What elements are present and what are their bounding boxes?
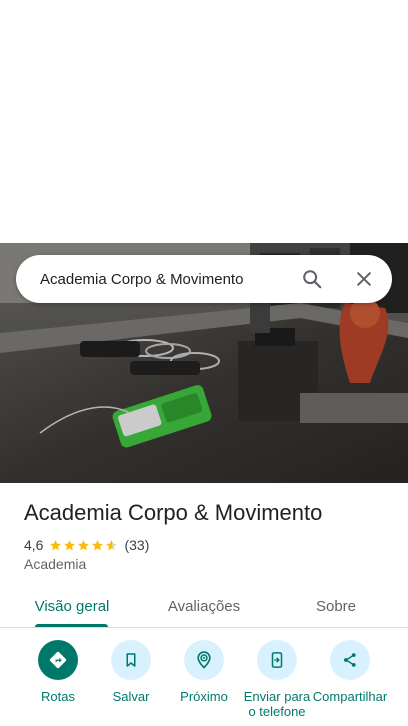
search-icon[interactable] xyxy=(292,259,332,299)
star-rating xyxy=(49,539,119,552)
star-icon xyxy=(78,539,90,550)
place-category[interactable]: Academia xyxy=(24,556,86,572)
share-button[interactable]: Compartilhar xyxy=(312,640,388,704)
directions-icon xyxy=(38,640,78,680)
send-to-phone-icon xyxy=(257,640,297,680)
nearby-icon xyxy=(184,640,224,680)
directions-label: Rotas xyxy=(41,689,75,704)
rating-row[interactable]: 4,6 (33) xyxy=(24,536,149,554)
tab-overview[interactable]: Visão geral xyxy=(24,585,120,627)
search-query-text[interactable]: Academia Corpo & Movimento xyxy=(40,271,292,288)
save-button[interactable]: Salvar xyxy=(93,640,169,704)
nearby-button[interactable]: Próximo xyxy=(166,640,242,704)
place-details-screen: Academia Corpo & Movimento Academia Corp… xyxy=(0,0,408,726)
save-label: Salvar xyxy=(112,689,150,704)
directions-button[interactable]: Rotas xyxy=(20,640,96,704)
send-to-phone-button[interactable]: Enviar para o telefone xyxy=(239,640,315,719)
send-to-phone-label: Enviar para o telefone xyxy=(243,689,311,719)
active-tab-indicator xyxy=(35,624,108,627)
place-title: Academia Corpo & Movimento xyxy=(24,500,323,525)
review-count[interactable]: (33) xyxy=(124,537,149,553)
bookmark-icon xyxy=(111,640,151,680)
tab-bar: Visão geral Avaliações Sobre xyxy=(0,585,408,628)
star-icon xyxy=(92,539,104,550)
star-icon xyxy=(50,539,62,550)
tab-reviews[interactable]: Avaliações xyxy=(156,585,252,627)
search-bar[interactable]: Academia Corpo & Movimento xyxy=(16,255,392,303)
tab-about[interactable]: Sobre xyxy=(294,585,378,627)
share-label: Compartilhar xyxy=(312,689,388,704)
star-icon xyxy=(106,539,118,550)
share-icon xyxy=(330,640,370,680)
nearby-label: Próximo xyxy=(180,689,228,704)
rating-value: 4,6 xyxy=(24,537,44,553)
close-icon[interactable] xyxy=(344,259,384,299)
action-row: Rotas Salvar Próximo Enviar para o telef… xyxy=(0,640,408,726)
star-icon xyxy=(64,539,76,550)
